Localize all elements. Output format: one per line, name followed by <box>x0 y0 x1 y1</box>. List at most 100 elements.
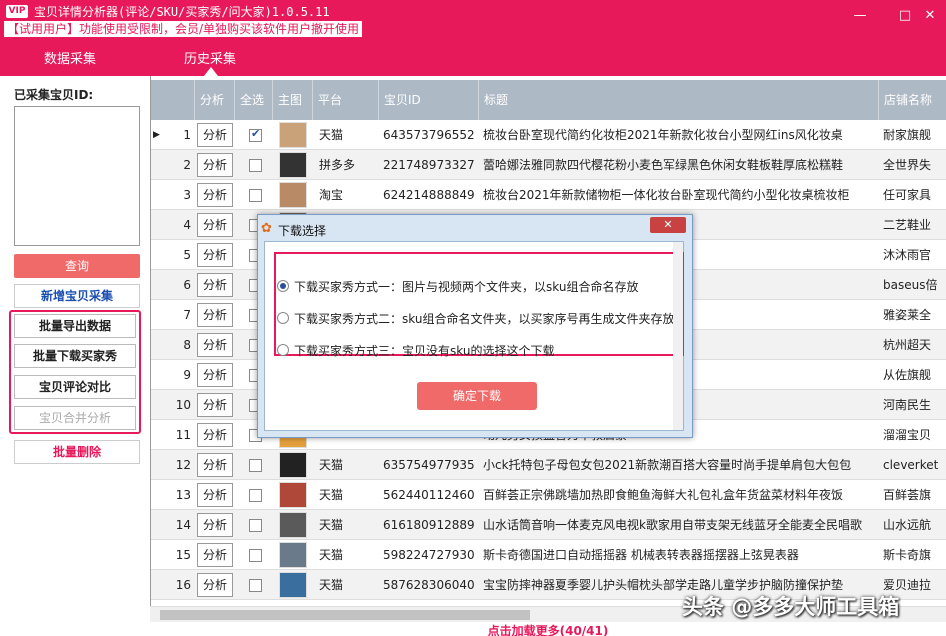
collected-ids-textarea[interactable] <box>14 106 140 246</box>
shop-name-cell: 百鲜荟旗 <box>883 488 932 502</box>
analyze-button[interactable]: 分析 <box>197 543 233 567</box>
load-more-link[interactable]: 点击加载更多(40/41) <box>150 622 946 636</box>
active-tab-indicator <box>204 67 218 76</box>
option-2-label[interactable]: 下载买家秀方式二：sku组合命名文件夹，以买家序号再生成文件夹存放 <box>294 310 674 327</box>
row-number: 15 <box>175 548 191 562</box>
review-compare-button[interactable]: 宝贝评论对比 <box>14 375 136 399</box>
analyze-button[interactable]: 分析 <box>197 303 233 327</box>
analyze-button[interactable]: 分析 <box>197 513 233 537</box>
platform-cell: 天猫 <box>319 548 344 562</box>
row-checkbox[interactable] <box>249 489 262 502</box>
tab-data-collect[interactable]: 数据采集 <box>44 48 96 67</box>
merge-analyze-button[interactable]: 宝贝合并分析 <box>14 406 136 430</box>
table-row[interactable]: 14 分析 天猫 616180912889 山水话筒音响一体麦克风电视k歌家用自带支架无… <box>151 510 946 540</box>
platform-cell: 天猫 <box>319 578 344 592</box>
main-image-thumbnail <box>279 572 307 598</box>
analyze-button[interactable]: 分析 <box>197 153 233 177</box>
row-number: 8 <box>183 338 191 352</box>
vip-badge: VIP <box>6 5 28 18</box>
option-3-label[interactable]: 下载买家秀方式三：宝贝没有sku的选择这个下载 <box>294 342 554 359</box>
new-collect-button[interactable]: 新增宝贝采集 <box>14 284 140 308</box>
row-number: 13 <box>175 488 191 502</box>
dialog-title-text: 下载选择 <box>278 224 327 238</box>
platform-cell: 天猫 <box>319 128 344 142</box>
header-platform: 平台 <box>313 80 379 120</box>
title-cell: 山水话筒音响一体麦克风电视k歌家用自带支架无线蓝牙全能麦全民唱歌 <box>483 518 862 532</box>
row-checkbox[interactable] <box>249 549 262 562</box>
analyze-button[interactable]: 分析 <box>197 453 233 477</box>
title-cell: 小ck托特包子母包女包2021新款潮百搭大容量时尚手提单肩包大包包 <box>483 458 852 472</box>
query-button[interactable]: 查询 <box>14 254 140 278</box>
analyze-button[interactable]: 分析 <box>197 483 233 507</box>
title-bar: VIP 宝贝详情分析器(评论/SKU/买家秀/问大家)1.0.5.11 【试用用… <box>0 0 946 40</box>
option-1-radio[interactable] <box>277 280 289 292</box>
shop-name-cell: 山水远航 <box>883 518 932 532</box>
table-row[interactable]: 3 分析 淘宝 624214888849 梳妆台2021年新款储物柜一体化妆台卧室现代简… <box>151 180 946 210</box>
dialog-close-button[interactable]: ✕ <box>650 217 686 233</box>
row-checkbox[interactable] <box>249 459 262 472</box>
main-image-thumbnail <box>279 482 307 508</box>
analyze-button[interactable]: 分析 <box>197 273 233 297</box>
row-number: 5 <box>183 248 191 262</box>
header-main-image: 主图 <box>273 80 313 120</box>
minimize-button[interactable]: — <box>850 6 870 26</box>
item-id-cell: 616180912889 <box>383 518 475 532</box>
item-id-cell: 598224727930 <box>383 548 475 562</box>
close-button[interactable]: ✕ <box>920 6 940 26</box>
row-checkbox[interactable] <box>249 519 262 532</box>
row-number: 3 <box>183 188 191 202</box>
confirm-download-button[interactable]: 确定下载 <box>417 382 537 410</box>
table-row[interactable]: 12 分析 天猫 635754977935 小ck托特包子母包女包2021新款潮百搭大容… <box>151 450 946 480</box>
main-image-thumbnail <box>279 152 307 178</box>
row-number: 6 <box>183 278 191 292</box>
analyze-button[interactable]: 分析 <box>197 243 233 267</box>
table-row[interactable]: 2 分析 拼多多 221748973327 蕾哈娜法雅同款四代樱花粉小麦色军绿黑色休闲女… <box>151 150 946 180</box>
shop-name-cell: baseus倍 <box>883 278 938 292</box>
shop-name-cell: 河南民生 <box>883 398 932 412</box>
analyze-button[interactable]: 分析 <box>197 423 233 447</box>
option-3-radio[interactable] <box>277 344 289 356</box>
shop-name-cell: 雅姿莱全 <box>883 308 932 322</box>
row-number: 4 <box>183 218 191 232</box>
option-1-label[interactable]: 下载买家秀方式一：图片与视频两个文件夹，以sku组合命名存放 <box>294 278 638 295</box>
batch-delete-button[interactable]: 批量删除 <box>14 440 140 464</box>
title-cell: 梳妆台2021年新款储物柜一体化妆台卧室现代简约小型化妆桌梳妆柜 <box>483 188 850 202</box>
row-checkbox[interactable] <box>249 159 262 172</box>
row-number: 7 <box>183 308 191 322</box>
batch-download-buyer-show-button[interactable]: 批量下载买家秀 <box>14 344 136 368</box>
option-2-radio[interactable] <box>277 312 289 324</box>
row-checkbox[interactable] <box>249 189 262 202</box>
shop-name-cell: 耐家旗舰 <box>883 128 932 142</box>
maximize-button[interactable]: □ <box>895 6 915 26</box>
analyze-button[interactable]: 分析 <box>197 123 233 147</box>
platform-cell: 淘宝 <box>319 188 344 202</box>
header-item-id: 宝贝ID <box>379 80 479 120</box>
analyze-button[interactable]: 分析 <box>197 333 233 357</box>
shop-name-cell: 斯卡奇旗 <box>883 548 932 562</box>
table-row[interactable]: ▶ 1 分析 天猫 643573796552 梳妆台卧室现代简约化妆柜2021年新款化妆台… <box>151 120 946 150</box>
row-number: 10 <box>175 398 191 412</box>
dialog-scrollbar[interactable] <box>673 242 683 430</box>
analyze-button[interactable]: 分析 <box>197 213 233 237</box>
table-row[interactable]: 15 分析 天猫 598224727930 斯卡奇德国进口自动摇摇器 机械表转表器摇摆器… <box>151 540 946 570</box>
table-row[interactable]: 13 分析 天猫 562440112460 百鲜荟正宗佛跳墙加热即食鲍鱼海鲜大礼包礼盒年… <box>151 480 946 510</box>
batch-export-button[interactable]: 批量导出数据 <box>14 314 136 338</box>
main-image-thumbnail <box>279 182 307 208</box>
item-id-cell: 635754977935 <box>383 458 475 472</box>
main-image-thumbnail <box>279 452 307 478</box>
scrollbar-thumb[interactable] <box>160 610 530 620</box>
tab-history-collect[interactable]: 历史采集 <box>184 48 236 67</box>
analyze-button[interactable]: 分析 <box>197 573 233 597</box>
analyze-button[interactable]: 分析 <box>197 393 233 417</box>
analyze-button[interactable]: 分析 <box>197 183 233 207</box>
row-number: 2 <box>183 158 191 172</box>
row-checkbox[interactable] <box>249 127 262 142</box>
shop-name-cell: 从佐旗舰 <box>883 368 932 382</box>
analyze-button[interactable]: 分析 <box>197 363 233 387</box>
nav-bar: 数据采集 历史采集 <box>0 40 946 76</box>
current-row-marker-icon: ▶ <box>153 130 160 140</box>
shop-name-cell: 任可家具 <box>883 188 932 202</box>
trial-notice: 【试用用户】功能使用受限制，会员/单独购买该软件用户撤开使用 <box>4 21 363 37</box>
header-select-all[interactable]: 全选 <box>235 80 273 120</box>
row-checkbox[interactable] <box>249 579 262 592</box>
